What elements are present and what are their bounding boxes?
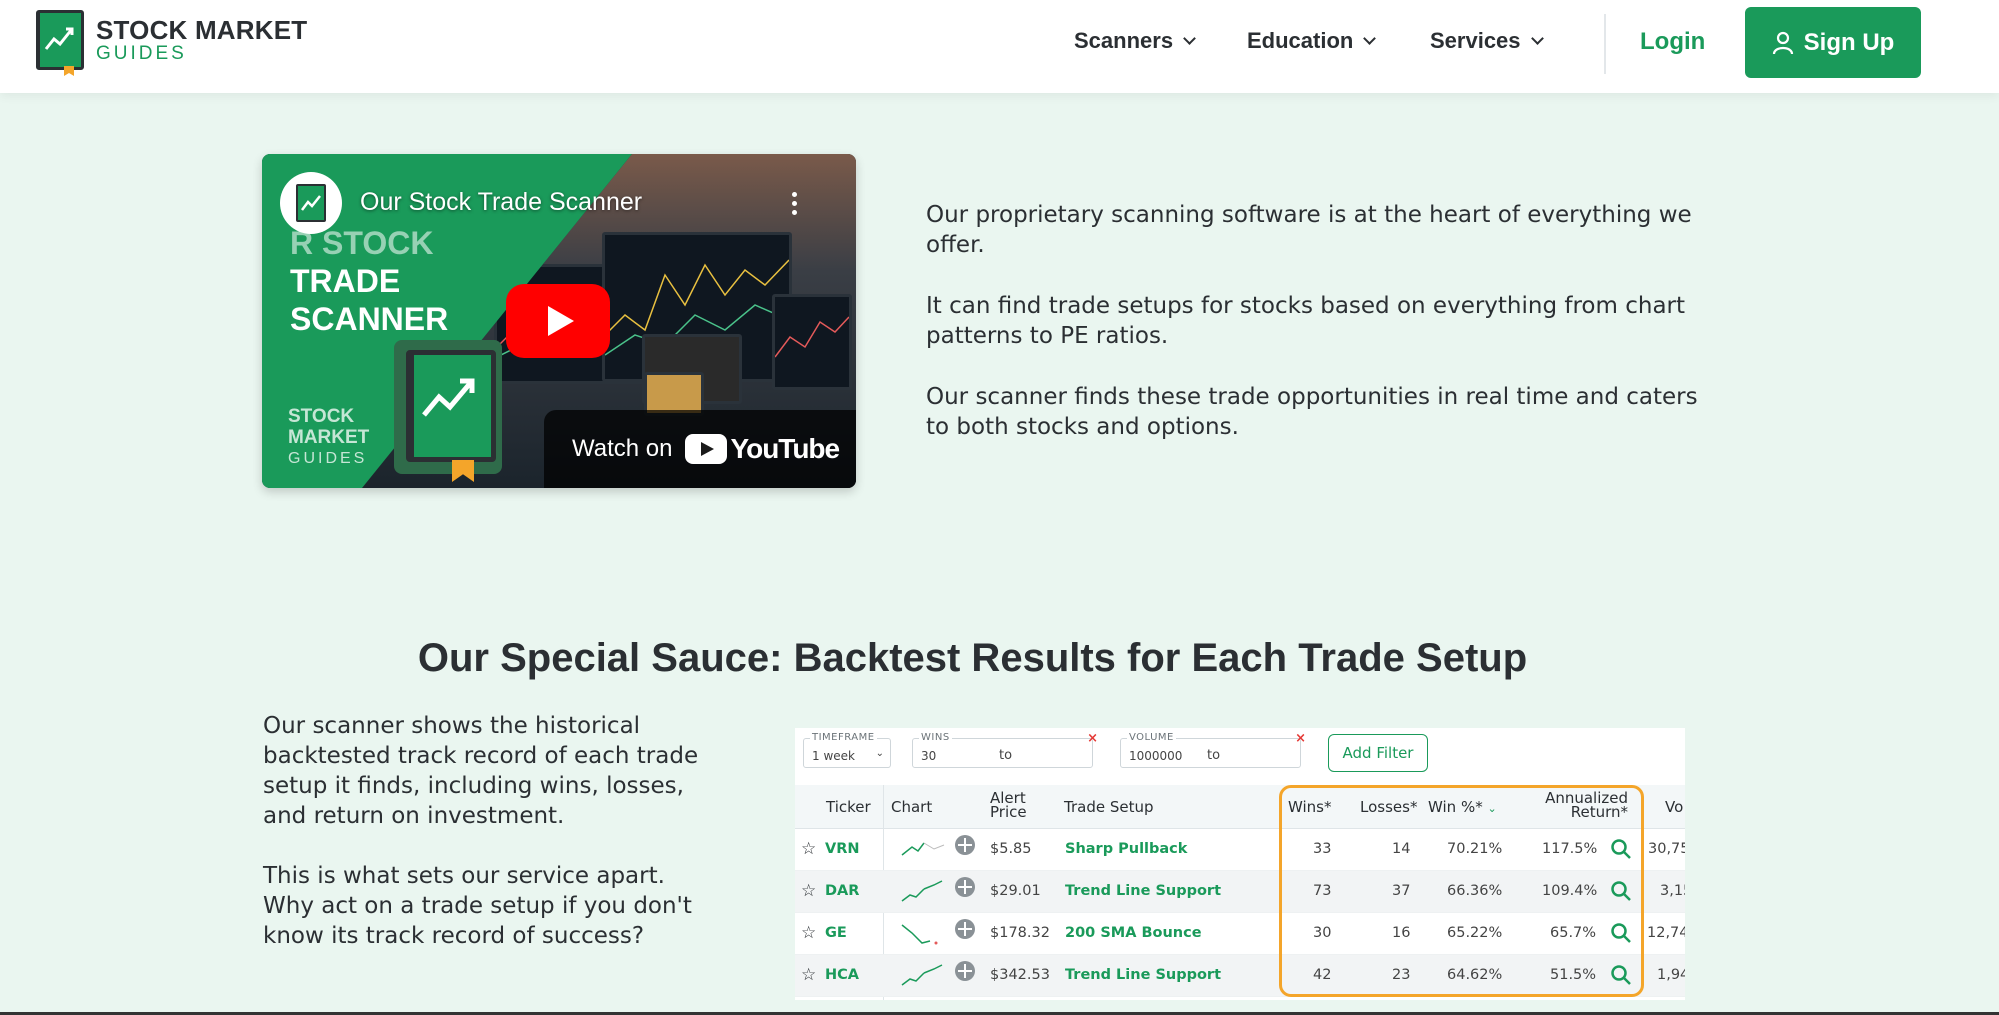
nav-services[interactable]: Services: [1430, 28, 1544, 54]
crosshair-icon[interactable]: [955, 961, 975, 981]
play-button[interactable]: [506, 284, 610, 358]
nav-education-label: Education: [1247, 28, 1354, 53]
book-logo-icon: [296, 184, 326, 222]
close-icon[interactable]: ×: [1087, 731, 1098, 746]
video-title[interactable]: Our Stock Trade Scanner: [360, 188, 642, 217]
crosshair-icon[interactable]: [955, 835, 975, 855]
col-volume[interactable]: Vo: [1665, 798, 1683, 816]
volume-value: 30,75: [1648, 841, 1685, 857]
ticker-link[interactable]: GE: [825, 925, 847, 941]
ticker-link[interactable]: HCA: [825, 967, 859, 983]
filter-bar: TIMEFRAME 1 week ⌄ WINS 30 to × VOLUME 1…: [795, 728, 1685, 780]
trade-setup-link[interactable]: Sharp Pullback: [1065, 841, 1187, 857]
description-paragraph: This is what sets our service apart. Why…: [263, 863, 692, 949]
alert-price: $178.32: [990, 925, 1050, 941]
nav-services-label: Services: [1430, 28, 1521, 53]
signup-label: Sign Up: [1803, 28, 1895, 56]
alert-price: $5.85: [990, 841, 1032, 857]
monitor-image: [772, 294, 852, 390]
star-icon[interactable]: ☆: [801, 881, 816, 901]
crosshair-icon[interactable]: [955, 877, 975, 897]
login-link[interactable]: Login: [1640, 28, 1705, 56]
close-icon[interactable]: ×: [1295, 731, 1306, 746]
site-logo[interactable]: STOCK MARKET GUIDES: [36, 10, 308, 76]
col-ticker[interactable]: Ticker: [826, 798, 871, 816]
description-paragraph: Our scanner shows the historical backtes…: [263, 713, 699, 829]
col-chart: Chart: [891, 798, 933, 816]
star-icon[interactable]: ☆: [801, 839, 816, 859]
more-options-icon[interactable]: [792, 192, 798, 218]
timeframe-select[interactable]: TIMEFRAME 1 week ⌄: [803, 732, 891, 768]
sparkline-chart: [901, 842, 945, 856]
chevron-down-icon: ⌄: [875, 748, 884, 759]
watch-on-youtube-button[interactable]: Watch on YouTube: [544, 410, 856, 488]
nav-divider: [1604, 14, 1606, 74]
chevron-down-icon: [1530, 31, 1544, 45]
ticker-link[interactable]: VRN: [825, 841, 860, 857]
crosshair-icon[interactable]: [955, 919, 975, 939]
backtest-description: Our scanner shows the historical backtes…: [263, 711, 723, 981]
alert-price: $342.53: [990, 967, 1050, 983]
youtube-play-icon: [684, 434, 727, 464]
trade-setup-link[interactable]: Trend Line Support: [1065, 967, 1221, 983]
logo-subtitle: GUIDES: [96, 43, 187, 64]
nav-scanners-label: Scanners: [1074, 28, 1174, 53]
video-thumbnail-heading: R STOCK TRADE SCANNER: [290, 225, 449, 337]
backtest-results-highlight: [1279, 785, 1644, 997]
nav-scanners[interactable]: Scanners: [1074, 28, 1196, 54]
star-icon[interactable]: ☆: [801, 923, 816, 943]
volume-value: 12,74: [1647, 925, 1685, 941]
logo-title: STOCK MARKET: [96, 15, 308, 45]
logo-book-icon: [36, 10, 86, 76]
youtube-video-embed[interactable]: R STOCK TRADE SCANNER STOCK MARKET GUIDE…: [262, 154, 856, 488]
ticker-link[interactable]: DAR: [825, 883, 859, 899]
book-logo-icon: [394, 340, 502, 482]
col-alert-price[interactable]: Alert Price: [990, 791, 1027, 820]
alert-price: $29.01: [990, 883, 1041, 899]
trade-setup-link[interactable]: 200 SMA Bounce: [1065, 925, 1202, 941]
volume-value: 3,15: [1660, 883, 1685, 899]
chevron-down-icon: [1363, 31, 1377, 45]
col-trade-setup[interactable]: Trade Setup: [1064, 798, 1154, 816]
intro-paragraph: Our proprietary scanning software is at …: [926, 202, 1692, 258]
user-icon: [1772, 31, 1793, 54]
add-filter-button[interactable]: Add Filter: [1328, 734, 1428, 772]
trade-setup-link[interactable]: Trend Line Support: [1065, 883, 1221, 899]
youtube-logo: YouTube: [684, 433, 840, 465]
volume-filter[interactable]: VOLUME 1000000 to ×: [1120, 731, 1306, 768]
video-thumbnail-brand: STOCK MARKET GUIDES: [288, 406, 370, 467]
intro-paragraph: Our scanner finds these trade opportunit…: [926, 384, 1698, 440]
site-header: STOCK MARKET GUIDES Scanners Education S…: [0, 0, 1999, 93]
watch-on-label: Watch on: [572, 435, 673, 462]
signup-button[interactable]: Sign Up: [1745, 7, 1921, 78]
chevron-down-icon: [1183, 31, 1196, 45]
sparkline-chart: [901, 924, 938, 945]
channel-avatar[interactable]: [280, 172, 342, 234]
intro-text: Our proprietary scanning software is at …: [926, 200, 1706, 473]
intro-paragraph: It can find trade setups for stocks base…: [926, 293, 1686, 349]
section-title: Our Special Sauce: Backtest Results for …: [417, 636, 1528, 680]
nav-education[interactable]: Education: [1247, 28, 1377, 54]
wins-filter[interactable]: WINS 30 to ×: [912, 731, 1098, 768]
star-icon[interactable]: ☆: [801, 965, 816, 985]
sparkline-chart: [901, 880, 943, 902]
volume-value: 1,94: [1657, 967, 1685, 983]
sparkline-chart: [901, 964, 943, 986]
